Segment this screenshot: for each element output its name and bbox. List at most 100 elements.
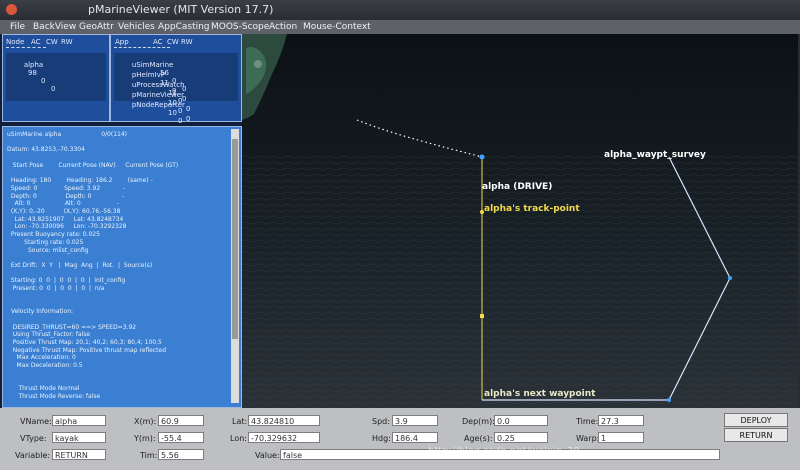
app-name: pNodeReporter — [131, 101, 185, 109]
appcast-report[interactable]: uSimMarine alpha 0/0(114) Datum: 43.8253,… — [2, 126, 242, 408]
age-field[interactable]: 0.25 — [494, 432, 548, 443]
dep-field[interactable]: 0.0 — [494, 415, 548, 426]
cw-header: CW — [46, 38, 58, 46]
map-view[interactable]: alpha (DRIVE) alpha's track-point alpha'… — [242, 34, 798, 408]
menu-backview[interactable]: BackView — [33, 20, 76, 34]
appcast-line: Negative Thrust Map: Positive thrust map… — [7, 346, 167, 354]
vname-field[interactable]: alpha — [52, 415, 106, 426]
menu-appcasting[interactable]: AppCasting — [158, 20, 210, 34]
vehicle-label: alpha (DRIVE) — [482, 182, 553, 192]
app-header: App — [115, 38, 129, 46]
appcast-line: Starting: 0 0 | 0 0 | 0 | init_config — [7, 277, 126, 285]
appcast-line: Alt: 0 Alt: 0 - — [7, 200, 120, 208]
appcast-line: Present: 0 0 | 0 0 | 0 | n/a — [7, 285, 105, 292]
vehicle-marker — [479, 154, 485, 160]
rw-header: RW — [61, 38, 73, 46]
return-button[interactable]: RETURN — [724, 428, 788, 442]
vname-label: VName: — [20, 417, 52, 426]
appcast-line: DESIRED_THRUST=60 ==> SPEED=3.92 — [7, 323, 137, 331]
menu-mouse-context[interactable]: Mouse-Context — [303, 20, 371, 34]
x-label: X(m): — [134, 417, 157, 426]
appcast-line: Max Acceleration: 0 — [7, 354, 76, 362]
appcast-sidebar: Node AC CW RW alpha 98 0 0 App AC CW RW … — [0, 34, 242, 408]
node-row-alpha[interactable]: alpha 98 0 0 — [6, 53, 106, 101]
variable-field[interactable]: RETURN — [52, 449, 106, 460]
node-rw: 0 — [51, 85, 56, 93]
divider — [6, 47, 46, 48]
window-title: pMarineViewer (MIT Version 17.7) — [88, 3, 274, 16]
track-point-label: alpha's track-point — [484, 204, 580, 214]
ac-header: AC — [31, 38, 41, 46]
appcast-line: Lon: -70.330096 Lon: -70.3292328 — [7, 223, 127, 231]
survey-vertex — [667, 398, 671, 402]
water-texture — [242, 154, 798, 408]
hdg-field[interactable]: 186.4 — [392, 432, 438, 443]
node-list-panel[interactable]: Node AC CW RW alpha 98 0 0 — [2, 34, 110, 122]
survey-label: alpha_waypt_survey — [604, 150, 706, 160]
dep-label: Dep(m): — [462, 417, 495, 426]
menu-bar: File BackView GeoAttr Vehicles AppCastin… — [0, 20, 800, 34]
time-field[interactable]: 27.3 — [598, 415, 644, 426]
deploy-button[interactable]: DEPLOY — [724, 413, 788, 427]
app-rw-header: RW — [181, 38, 193, 46]
menu-moos-scope[interactable]: MOOS-Scope — [211, 20, 269, 34]
node-name: alpha — [23, 61, 44, 69]
spd-label: Spd: — [372, 417, 390, 426]
appcast-line: Heading: 180 Heading: 186.2 (same) - — [7, 177, 153, 185]
appcast-line: Datum: 43.8253,-70.3304 — [7, 146, 85, 154]
vtype-field[interactable]: kayak — [52, 432, 106, 443]
appcast-line: Max Deceleration: 0.5 — [7, 362, 83, 369]
appcast-line: Positive Thrust Map: 20,1; 40,2; 60,3; 8… — [7, 338, 162, 346]
appcast-line: Speed: 0 Speed: 3.92 - — [7, 184, 126, 192]
close-icon[interactable] — [6, 4, 17, 15]
scrollbar-thumb[interactable] — [232, 139, 238, 339]
menu-file[interactable]: File — [10, 20, 25, 34]
age-label: Age(s): — [464, 434, 493, 443]
node-ac: 98 — [28, 69, 37, 77]
appcast-line: Velocity Information: — [7, 308, 74, 316]
appcast-line: (X,Y): 0,-20 (X,Y): 60.76,-56.38 — [7, 208, 121, 215]
appcast-line: Present Buoyancy rate: 0.025 — [7, 231, 100, 239]
app-ac-header: AC — [153, 38, 163, 46]
lat-field[interactable]: 43.824810 — [248, 415, 320, 426]
menu-action[interactable]: Action — [269, 20, 297, 34]
tim-field[interactable]: 5.56 — [158, 449, 204, 460]
node-cw: 0 — [41, 77, 46, 85]
app-ac: 10 — [168, 109, 177, 117]
appcast-line: Source: mlist_config — [7, 246, 89, 254]
appcast-line: Depth: 0 Depth: 0 - — [7, 192, 125, 200]
title-bar: pMarineViewer (MIT Version 17.7) — [0, 0, 800, 20]
appcast-line: Lat: 43.8251907 Lat: 43.8248734 — [7, 215, 124, 223]
appcast-line: uSimMarine alpha 0/0(114) — [7, 131, 127, 138]
variable-label: Variable: — [15, 451, 51, 460]
menu-vehicles[interactable]: Vehicles — [118, 20, 155, 34]
appcast-line: Thrust Mode Normal — [7, 385, 80, 393]
warp-field[interactable]: 1 — [598, 432, 644, 443]
app-list-panel[interactable]: App AC CW RW uSimMarine 56 0 0 pHelmIvP … — [110, 34, 242, 133]
time-label: Time: — [576, 417, 599, 426]
x-field[interactable]: 60.9 — [158, 415, 204, 426]
menu-geoattr[interactable]: GeoAttr — [79, 20, 114, 34]
appcast-line: Start Pose Current Pose (NAV) Current Po… — [7, 161, 179, 169]
node-header: Node — [6, 38, 25, 46]
vtype-label: VType: — [20, 434, 47, 443]
appcast-line: Starting rate: 0.025 — [7, 238, 84, 246]
app-rw: 0 — [186, 115, 191, 123]
next-waypoint-label: alpha's next waypoint — [484, 389, 596, 399]
app-cw-header: CW — [167, 38, 179, 46]
y-field[interactable]: -55.4 — [158, 432, 204, 443]
tim-label: Tim: — [140, 451, 158, 460]
spd-field[interactable]: 3.9 — [392, 415, 438, 426]
warp-label: Warp: — [576, 434, 600, 443]
y-label: Y(m): — [134, 434, 156, 443]
appcast-line: Using Thrust_Factor: false — [7, 331, 91, 339]
app-window: pMarineViewer (MIT Version 17.7) File Ba… — [0, 0, 800, 470]
track-point-square — [480, 314, 484, 318]
survey-vertex — [728, 276, 732, 280]
map-canvas — [242, 34, 798, 408]
lon-field[interactable]: -70.329632 — [248, 432, 320, 443]
appcast-scrollbar[interactable] — [231, 129, 239, 403]
lat-label: Lat: — [232, 417, 248, 426]
divider — [114, 47, 170, 48]
status-panel: VName: alpha VType: kayak Variable: RETU… — [0, 408, 800, 470]
